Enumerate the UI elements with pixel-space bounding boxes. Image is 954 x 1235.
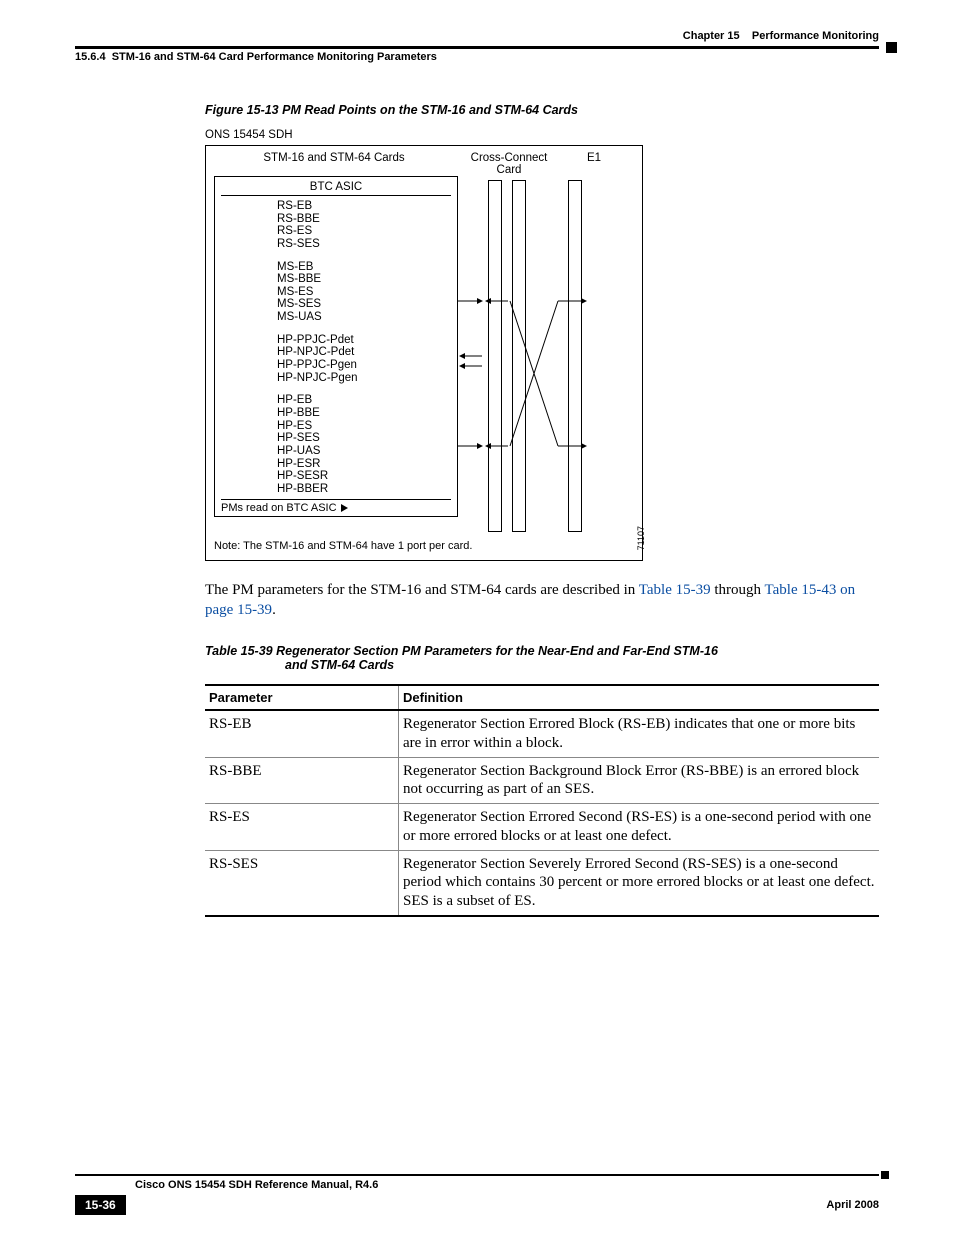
table-row: RS-BBE Regenerator Section Background Bl…: [205, 757, 879, 804]
pm-param: MS-ES: [277, 286, 451, 299]
page-header: Chapter 15 Performance Monitoring: [75, 30, 879, 42]
pm-param: HP-BBE: [277, 407, 451, 420]
param-group-hp: HP-EB HP-BBE HP-ES HP-SES HP-UAS HP-ESR …: [277, 394, 451, 495]
arrow-icon: [341, 504, 348, 512]
figure-diagram: ONS 15454 SDH STM-16 and STM-64 Cards Cr…: [205, 129, 879, 561]
param-group-rs: RS-EB RS-BBE RS-ES RS-SES: [277, 200, 451, 251]
pm-param: MS-BBE: [277, 273, 451, 286]
param-group-pjc: HP-PPJC-Pdet HP-NPJC-Pdet HP-PPJC-Pgen H…: [277, 334, 451, 385]
pm-param: HP-NPJC-Pdet: [277, 346, 451, 359]
col-header-definition: Definition: [399, 685, 880, 710]
def-cell: Regenerator Section Errored Block (RS-EB…: [399, 710, 880, 757]
pm-param: RS-BBE: [277, 213, 451, 226]
e1-box: [568, 178, 582, 532]
e1-label: E1: [574, 152, 614, 176]
figure-title: PM Read Points on the STM-16 and STM-64 …: [282, 103, 578, 117]
page-number: 15-36: [75, 1195, 126, 1215]
page-footer: Cisco ONS 15454 SDH Reference Manual, R4…: [75, 1174, 879, 1215]
param-cell: RS-SES: [205, 850, 399, 916]
pm-param: HP-EB: [277, 394, 451, 407]
pm-param: MS-UAS: [277, 311, 451, 324]
pm-param: HP-PPJC-Pgen: [277, 359, 451, 372]
pm-param: RS-SES: [277, 238, 451, 251]
pm-param: HP-NPJC-Pgen: [277, 372, 451, 385]
figure-number: Figure 15-13: [205, 103, 279, 117]
chapter-label: Chapter 15: [683, 30, 740, 42]
pm-param: HP-SES: [277, 432, 451, 445]
header-rule: [75, 46, 879, 49]
pm-read-label: PMs read on BTC ASIC: [221, 499, 451, 514]
subheader: 15.6.4 STM-16 and STM-64 Card Performanc…: [75, 51, 879, 63]
col-header-parameter: Parameter: [205, 685, 399, 710]
table-row: RS-ES Regenerator Section Errored Second…: [205, 804, 879, 851]
param-group-ms: MS-EB MS-BBE MS-ES MS-SES MS-UAS: [277, 261, 451, 324]
pm-parameter-table: Parameter Definition RS-EB Regenerator S…: [205, 684, 879, 917]
figure-caption: Figure 15-13 PM Read Points on the STM-1…: [205, 103, 879, 117]
pm-param: RS-ES: [277, 225, 451, 238]
chapter-title: Performance Monitoring: [752, 30, 879, 42]
connection-arrows: [458, 196, 633, 546]
table-link[interactable]: Table 15-39: [639, 582, 711, 598]
def-cell: Regenerator Section Background Block Err…: [399, 757, 880, 804]
table-caption: Table 15-39 Regenerator Section PM Param…: [205, 644, 879, 672]
table-row: RS-SES Regenerator Section Severely Erro…: [205, 850, 879, 916]
param-cell: RS-ES: [205, 804, 399, 851]
table-title-line2: and STM-64 Cards: [285, 658, 879, 672]
cross-connect-label: Cross-Connect Card: [464, 152, 554, 176]
pm-param: RS-EB: [277, 200, 451, 213]
pm-param: HP-UAS: [277, 445, 451, 458]
footer-date: April 2008: [826, 1199, 879, 1211]
section-number: 15.6.4: [75, 51, 106, 63]
pm-param: HP-PPJC-Pdet: [277, 334, 451, 347]
table-number: Table 15-39: [205, 644, 273, 658]
cross-connect-box: [488, 178, 526, 532]
pm-param: MS-EB: [277, 261, 451, 274]
section-title: STM-16 and STM-64 Card Performance Monit…: [112, 51, 437, 63]
card-label: STM-16 and STM-64 Cards: [214, 152, 454, 176]
footer-doc-title: Cisco ONS 15454 SDH Reference Manual, R4…: [135, 1179, 879, 1191]
pm-param: MS-SES: [277, 298, 451, 311]
pm-param: HP-ES: [277, 420, 451, 433]
pm-param: HP-BBER: [277, 483, 451, 496]
diagram-note: Note: The STM-16 and STM-64 have 1 port …: [214, 540, 634, 552]
diagram-top-title: ONS 15454 SDH: [205, 129, 879, 141]
table-title-line1: Regenerator Section PM Parameters for th…: [276, 644, 718, 658]
table-row: RS-EB Regenerator Section Errored Block …: [205, 710, 879, 757]
def-cell: Regenerator Section Severely Errored Sec…: [399, 850, 880, 916]
figure-id: 71107: [636, 526, 646, 550]
pm-param: HP-SESR: [277, 470, 451, 483]
param-cell: RS-EB: [205, 710, 399, 757]
pm-param: HP-ESR: [277, 458, 451, 471]
btc-asic-box: BTC ASIC RS-EB RS-BBE RS-ES RS-SES MS-EB…: [214, 176, 458, 517]
def-cell: Regenerator Section Errored Second (RS-E…: [399, 804, 880, 851]
param-cell: RS-BBE: [205, 757, 399, 804]
asic-title: BTC ASIC: [221, 181, 451, 196]
body-paragraph: The PM parameters for the STM-16 and STM…: [205, 581, 879, 620]
